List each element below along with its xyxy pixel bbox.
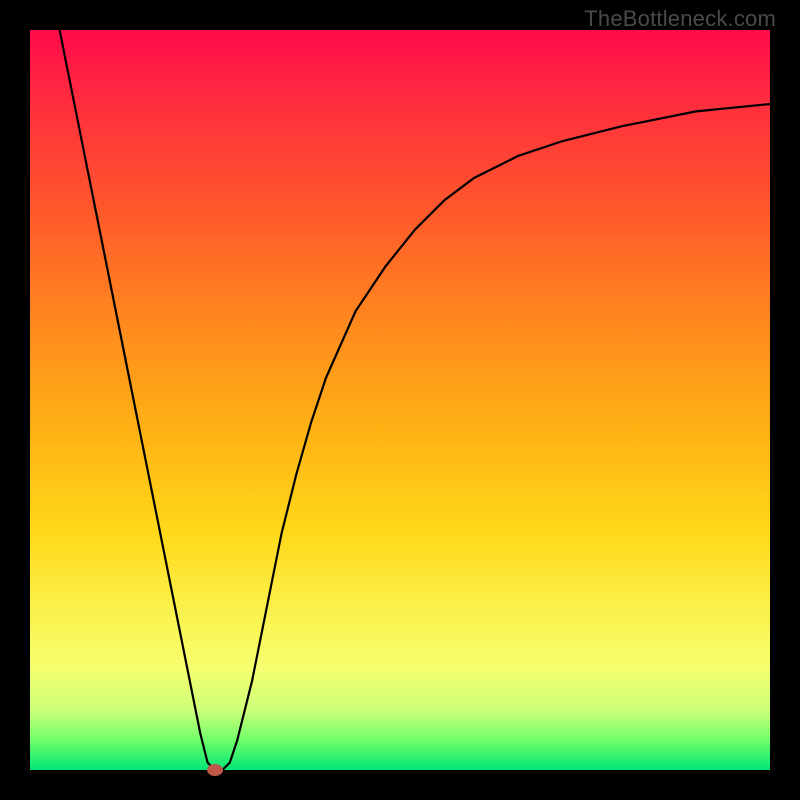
minimum-marker <box>207 764 223 776</box>
bottleneck-curve <box>30 30 770 770</box>
plot-area <box>30 30 770 770</box>
watermark-text: TheBottleneck.com <box>584 6 776 32</box>
chart-frame: TheBottleneck.com <box>0 0 800 800</box>
